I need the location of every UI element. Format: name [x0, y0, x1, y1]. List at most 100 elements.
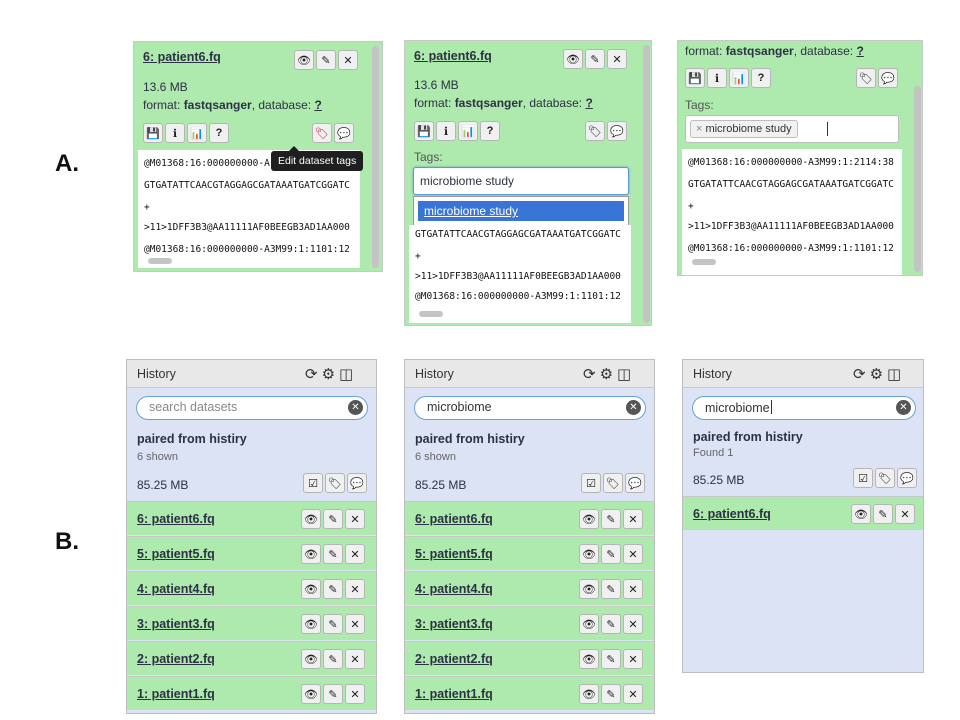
dataset-title[interactable]: 6: patient6.fq: [143, 50, 221, 64]
info-icon[interactable]: ℹ: [707, 68, 727, 88]
gear-icon[interactable]: ⚙: [600, 365, 613, 383]
search-input[interactable]: microbiome ✕: [692, 396, 916, 420]
database-value[interactable]: ?: [585, 96, 592, 110]
history-item-title[interactable]: 5: patient5.fq: [415, 547, 493, 561]
history-name[interactable]: paired from histiry: [693, 430, 803, 444]
comment-icon[interactable]: 💬: [897, 468, 917, 488]
comment-icon[interactable]: 💬: [607, 121, 627, 141]
horizontal-scrollbar[interactable]: [419, 311, 443, 317]
history-name[interactable]: paired from histiry: [137, 432, 247, 446]
panel-toggle-icon[interactable]: ◫: [617, 365, 631, 383]
refresh-icon[interactable]: ⟳: [305, 365, 318, 383]
tags-icon[interactable]: 🏷: [856, 68, 876, 88]
history-item-title[interactable]: 1: patient1.fq: [415, 687, 493, 701]
eye-icon[interactable]: 👁: [579, 544, 599, 564]
delete-icon[interactable]: ✕: [623, 649, 643, 669]
delete-icon[interactable]: ✕: [623, 614, 643, 634]
comment-icon[interactable]: 💬: [878, 68, 898, 88]
chart-icon[interactable]: 📊: [458, 121, 478, 141]
gear-icon[interactable]: ⚙: [322, 365, 335, 383]
pencil-icon[interactable]: ✎: [323, 544, 343, 564]
pencil-icon[interactable]: ✎: [601, 509, 621, 529]
history-item[interactable]: 3: patient3.fq 👁 ✎ ✕: [405, 606, 654, 640]
tags-icon[interactable]: 🏷: [603, 473, 623, 493]
eye-icon[interactable]: 👁: [579, 614, 599, 634]
pencil-icon[interactable]: ✎: [601, 579, 621, 599]
remove-tag-icon[interactable]: ×: [696, 123, 702, 135]
comment-icon[interactable]: 💬: [625, 473, 645, 493]
pencil-icon[interactable]: ✎: [316, 50, 336, 70]
clear-search-icon[interactable]: ✕: [896, 400, 911, 415]
gear-icon[interactable]: ⚙: [870, 365, 883, 383]
vertical-scrollbar[interactable]: [372, 46, 379, 268]
pencil-icon[interactable]: ✎: [585, 49, 605, 69]
panel-toggle-icon[interactable]: ◫: [887, 365, 901, 383]
eye-icon[interactable]: 👁: [851, 504, 871, 524]
history-item-title[interactable]: 3: patient3.fq: [415, 617, 493, 631]
eye-icon[interactable]: 👁: [301, 684, 321, 704]
pencil-icon[interactable]: ✎: [323, 614, 343, 634]
delete-icon[interactable]: ✕: [338, 50, 358, 70]
delete-icon[interactable]: ✕: [623, 684, 643, 704]
select-icon[interactable]: ☑: [303, 473, 323, 493]
delete-icon[interactable]: ✕: [345, 579, 365, 599]
tags-input[interactable]: microbiome study: [413, 167, 629, 195]
search-input[interactable]: microbiome ✕: [414, 396, 646, 420]
history-item-title[interactable]: 6: patient6.fq: [415, 512, 493, 526]
delete-icon[interactable]: ✕: [345, 684, 365, 704]
eye-icon[interactable]: 👁: [579, 509, 599, 529]
pencil-icon[interactable]: ✎: [323, 684, 343, 704]
eye-icon[interactable]: 👁: [301, 544, 321, 564]
history-item[interactable]: 4: patient4.fq 👁 ✎ ✕: [127, 571, 376, 605]
save-icon[interactable]: 💾: [143, 123, 163, 143]
history-item[interactable]: 1: patient1.fq 👁 ✎ ✕: [405, 676, 654, 710]
pencil-icon[interactable]: ✎: [601, 649, 621, 669]
history-name[interactable]: paired from histiry: [415, 432, 525, 446]
delete-icon[interactable]: ✕: [345, 649, 365, 669]
database-value[interactable]: ?: [856, 44, 863, 58]
help-icon[interactable]: ?: [751, 68, 771, 88]
select-icon[interactable]: ☑: [581, 473, 601, 493]
history-item-title[interactable]: 5: patient5.fq: [137, 547, 215, 561]
eye-icon[interactable]: 👁: [301, 579, 321, 599]
delete-icon[interactable]: ✕: [345, 544, 365, 564]
pencil-icon[interactable]: ✎: [323, 509, 343, 529]
history-item[interactable]: 4: patient4.fq 👁 ✎ ✕: [405, 571, 654, 605]
pencil-icon[interactable]: ✎: [601, 614, 621, 634]
clear-search-icon[interactable]: ✕: [626, 400, 641, 415]
panel-toggle-icon[interactable]: ◫: [339, 365, 353, 383]
eye-icon[interactable]: 👁: [579, 649, 599, 669]
refresh-icon[interactable]: ⟳: [853, 365, 866, 383]
tag-chip[interactable]: × microbiome study: [690, 120, 798, 138]
delete-icon[interactable]: ✕: [607, 49, 627, 69]
eye-icon[interactable]: 👁: [563, 49, 583, 69]
pencil-icon[interactable]: ✎: [323, 579, 343, 599]
database-value[interactable]: ?: [314, 98, 321, 112]
save-icon[interactable]: 💾: [414, 121, 434, 141]
history-item[interactable]: 6: patient6.fq 👁 ✎ ✕: [405, 501, 654, 535]
history-item[interactable]: 2: patient2.fq 👁 ✎ ✕: [127, 641, 376, 675]
delete-icon[interactable]: ✕: [345, 509, 365, 529]
clear-search-icon[interactable]: ✕: [348, 400, 363, 415]
info-icon[interactable]: ℹ: [436, 121, 456, 141]
pencil-icon[interactable]: ✎: [601, 544, 621, 564]
refresh-icon[interactable]: ⟳: [583, 365, 596, 383]
history-item-title[interactable]: 1: patient1.fq: [137, 687, 215, 701]
history-item-title[interactable]: 4: patient4.fq: [137, 582, 215, 596]
eye-icon[interactable]: 👁: [579, 579, 599, 599]
eye-icon[interactable]: 👁: [579, 684, 599, 704]
horizontal-scrollbar[interactable]: [692, 259, 716, 265]
history-item-title[interactable]: 6: patient6.fq: [137, 512, 215, 526]
save-icon[interactable]: 💾: [685, 68, 705, 88]
tags-icon[interactable]: 🏷: [585, 121, 605, 141]
tag-dropdown-option[interactable]: microbiome study: [418, 201, 624, 221]
history-item[interactable]: 3: patient3.fq 👁 ✎ ✕: [127, 606, 376, 640]
help-icon[interactable]: ?: [209, 123, 229, 143]
history-item[interactable]: 6: patient6.fq 👁 ✎ ✕: [683, 496, 923, 530]
delete-icon[interactable]: ✕: [623, 509, 643, 529]
tags-icon[interactable]: 🏷: [875, 468, 895, 488]
history-item-title[interactable]: 2: patient2.fq: [137, 652, 215, 666]
search-input[interactable]: search datasets ✕: [136, 396, 368, 420]
pencil-icon[interactable]: ✎: [873, 504, 893, 524]
select-icon[interactable]: ☑: [853, 468, 873, 488]
